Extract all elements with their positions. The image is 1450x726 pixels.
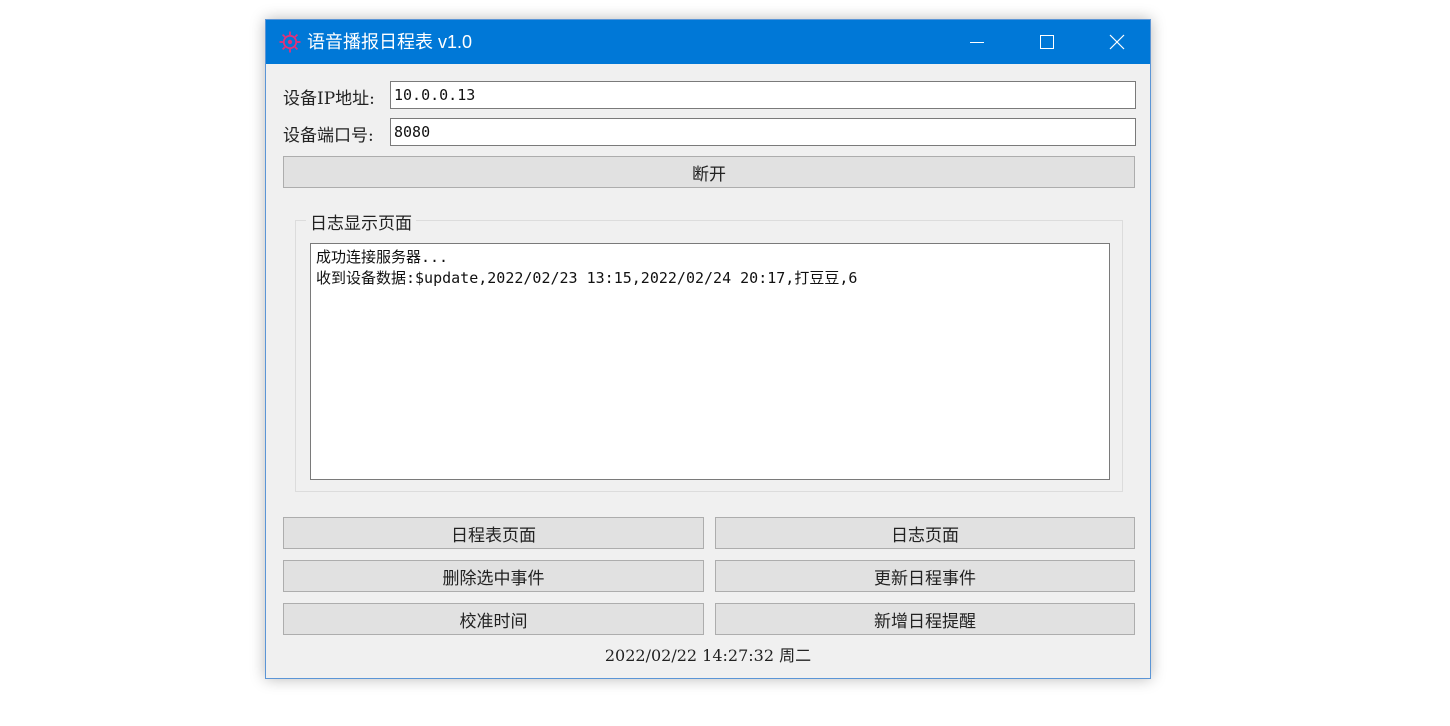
minimize-icon [970, 42, 984, 43]
status-datetime: 2022/02/22 14:27:32 周二 [604, 646, 812, 665]
log-page-button[interactable]: 日志页面 [715, 517, 1135, 549]
close-icon [1109, 34, 1125, 50]
log-textbox[interactable]: 成功连接服务器... 收到设备数据:$update,2022/02/23 13:… [310, 243, 1110, 480]
add-reminder-button[interactable]: 新增日程提醒 [715, 603, 1135, 635]
log-line: 成功连接服务器... [316, 248, 449, 266]
port-label: 设备端口号: [283, 126, 374, 146]
app-window: 语音播报日程表 v1.0 设备IP地址: 设备端口号: 断开 日志显示页面 成功… [265, 19, 1151, 679]
delete-selected-button[interactable]: 删除选中事件 [283, 560, 704, 592]
maximize-icon [1040, 35, 1054, 49]
maximize-button[interactable] [1012, 20, 1082, 64]
gear-cog-icon [278, 30, 302, 54]
window-title: 语音播报日程表 v1.0 [307, 32, 473, 52]
ip-input[interactable] [390, 81, 1136, 109]
port-input[interactable] [390, 118, 1136, 146]
disconnect-button[interactable]: 断开 [283, 156, 1135, 188]
log-group: 日志显示页面 成功连接服务器... 收到设备数据:$update,2022/02… [295, 209, 1123, 492]
minimize-button[interactable] [942, 20, 1012, 64]
calibrate-time-button[interactable]: 校准时间 [283, 603, 704, 635]
update-schedule-button[interactable]: 更新日程事件 [715, 560, 1135, 592]
close-button[interactable] [1082, 20, 1152, 64]
schedule-page-button[interactable]: 日程表页面 [283, 517, 704, 549]
log-line: 收到设备数据:$update,2022/02/23 13:15,2022/02/… [316, 269, 858, 287]
title-bar[interactable]: 语音播报日程表 v1.0 [266, 20, 1150, 64]
log-group-title: 日志显示页面 [306, 209, 416, 234]
ip-label: 设备IP地址: [283, 89, 375, 109]
